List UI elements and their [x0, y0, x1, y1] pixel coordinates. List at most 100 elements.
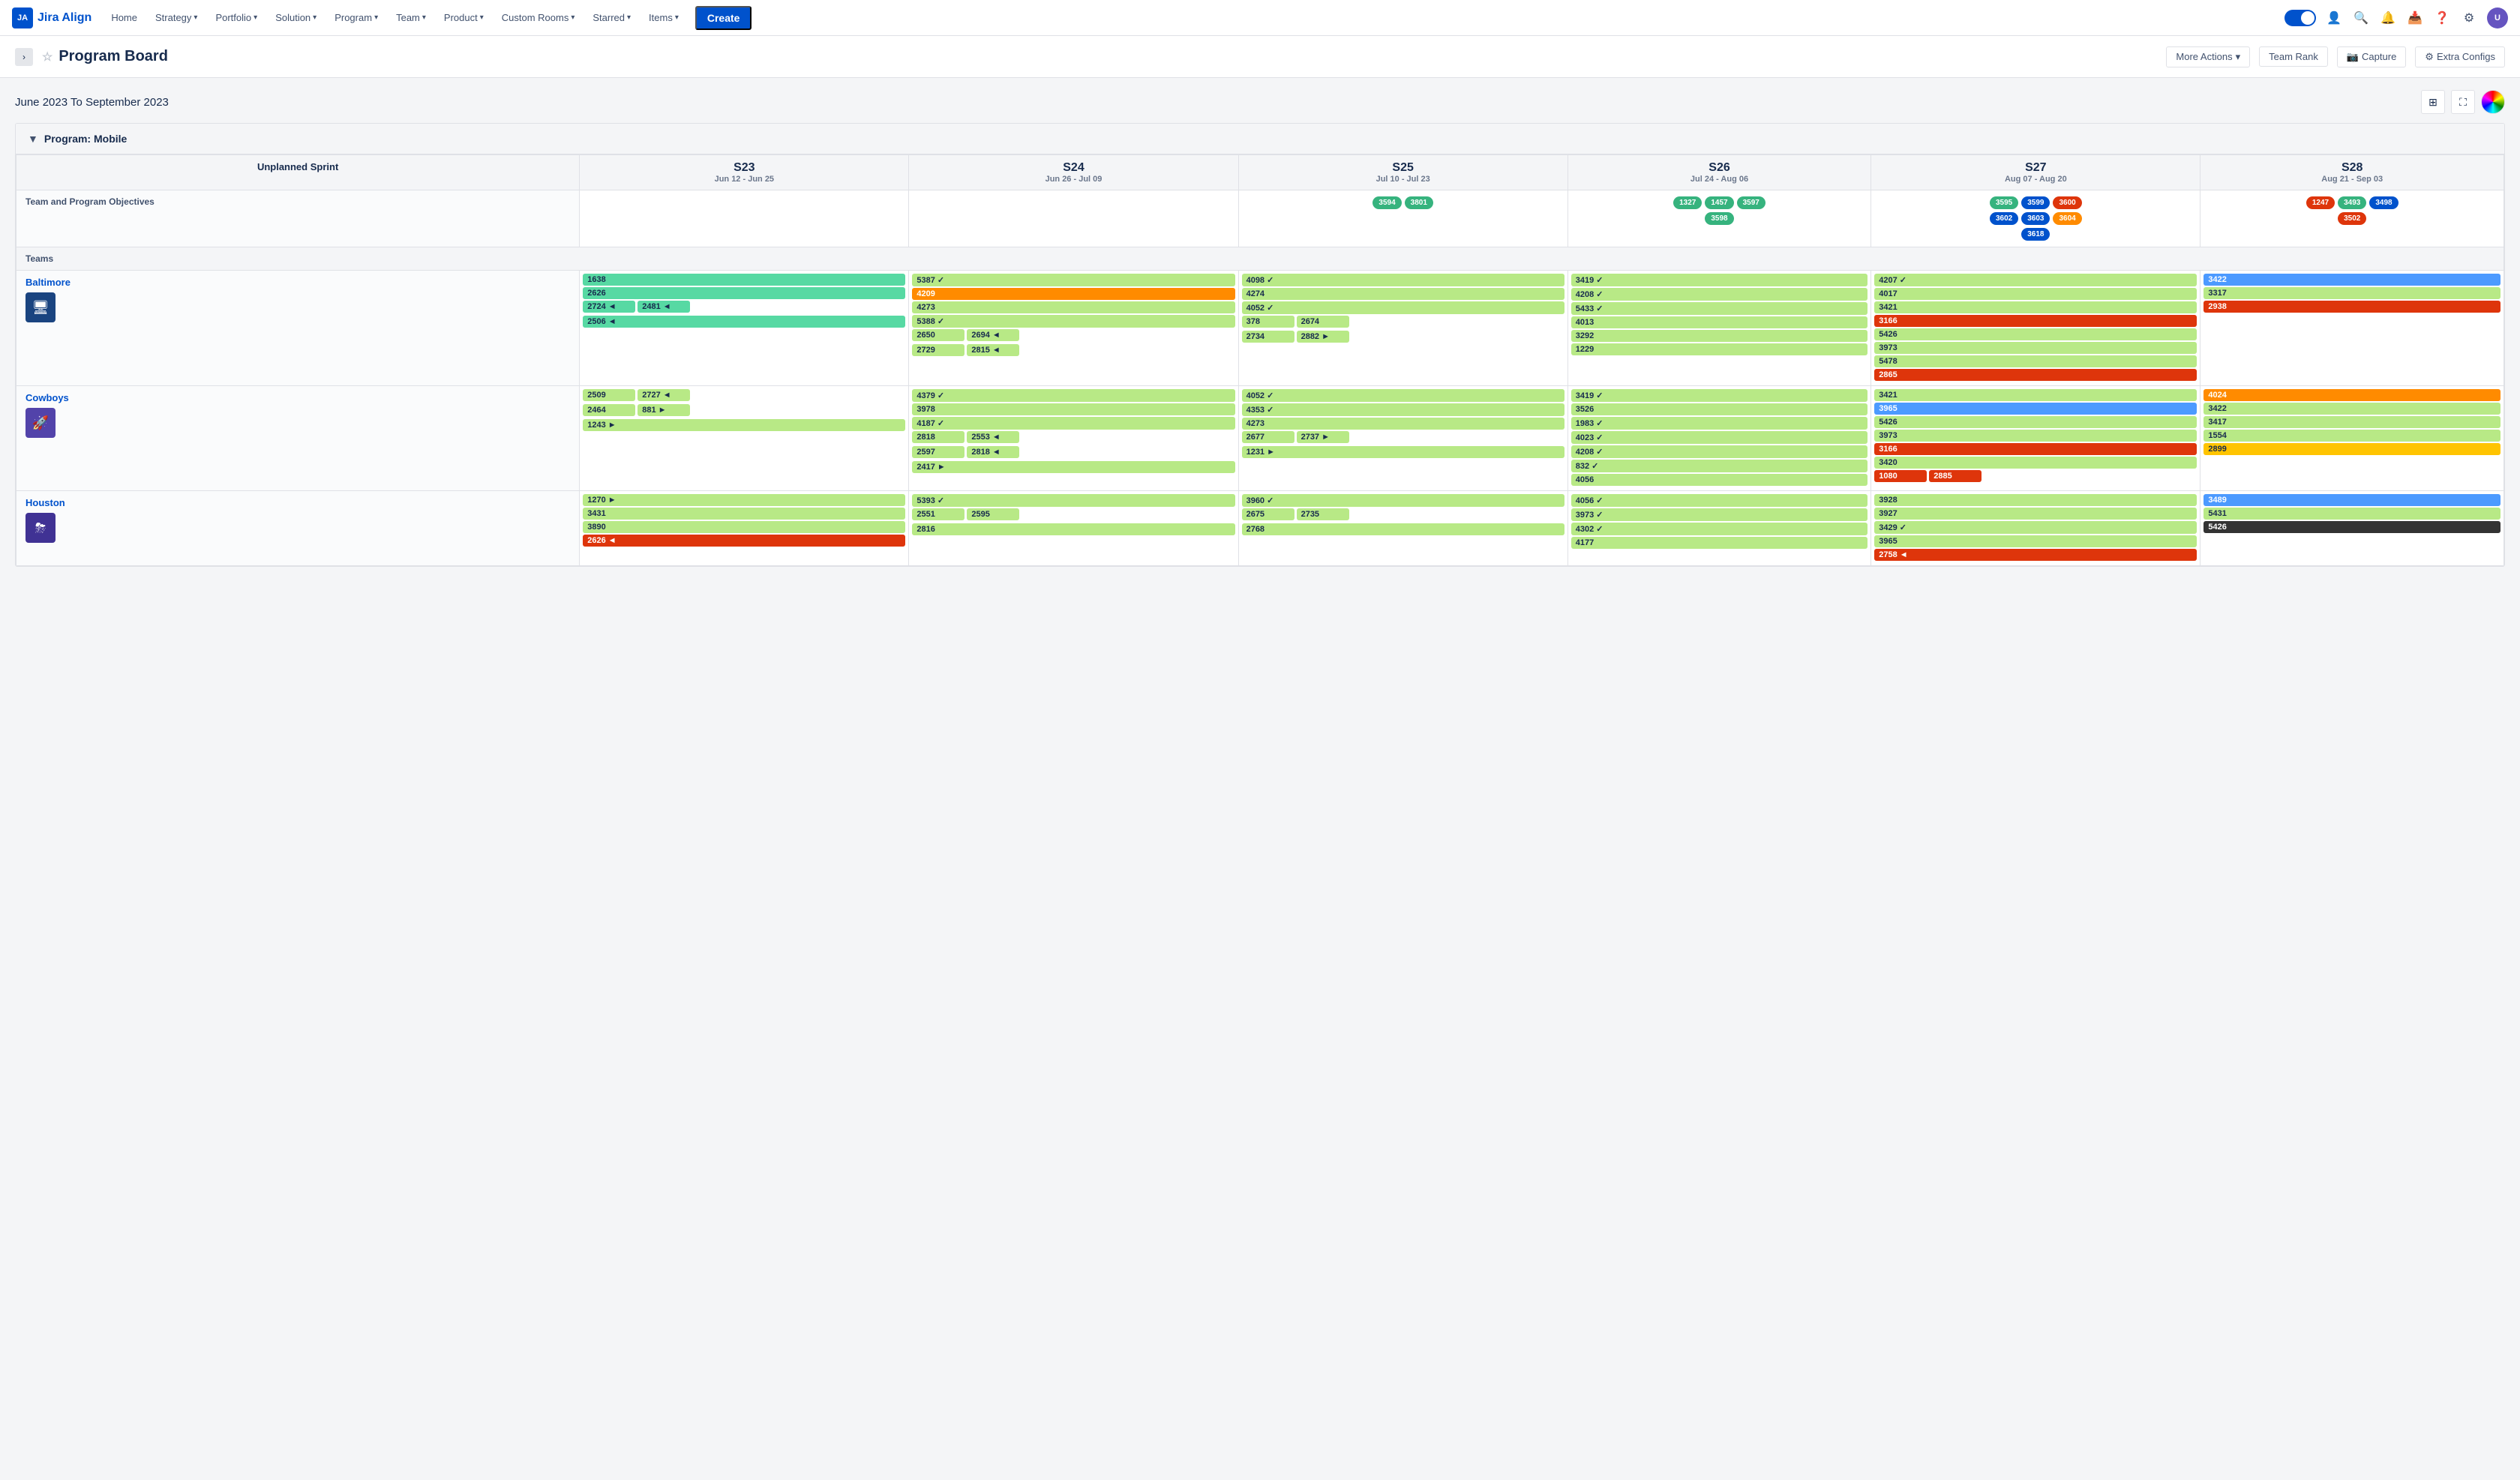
story-card[interactable]: 3421	[1874, 389, 2197, 401]
more-actions-button[interactable]: More Actions ▾	[2166, 46, 2250, 67]
nav-home[interactable]: Home	[104, 7, 145, 28]
story-card[interactable]: 4207 ✓	[1874, 274, 2197, 286]
story-card[interactable]: 4208 ✓	[1571, 288, 1868, 301]
story-card[interactable]: 4209	[912, 288, 1234, 300]
objective-badge[interactable]: 3602	[1990, 212, 2018, 225]
team-name-houston[interactable]: Houston	[26, 497, 570, 508]
story-card[interactable]: 3421	[1874, 301, 2197, 313]
objective-badge[interactable]: 3599	[2021, 196, 2050, 209]
settings-icon[interactable]: ⚙	[2460, 9, 2478, 27]
story-card[interactable]: 3965	[1874, 403, 2197, 415]
objective-badge[interactable]: 3604	[2053, 212, 2081, 225]
story-card[interactable]: 3973	[1874, 342, 2197, 354]
story-card[interactable]: 2938	[2204, 301, 2500, 313]
story-card[interactable]: 5426	[1874, 328, 2197, 340]
story-card[interactable]: 3489	[2204, 494, 2500, 506]
story-card[interactable]: 2818 ◄	[967, 446, 1019, 458]
story-card[interactable]: 2509	[583, 389, 635, 401]
theme-toggle[interactable]	[2284, 10, 2316, 26]
story-card[interactable]: 5431	[2204, 508, 2500, 520]
user-icon[interactable]: 👤	[2325, 9, 2343, 27]
story-card[interactable]: 2674	[1297, 316, 1349, 328]
story-card[interactable]: 2737 ►	[1297, 431, 1349, 443]
story-card[interactable]: 2882 ►	[1297, 331, 1349, 343]
story-card[interactable]: 4177	[1571, 537, 1868, 549]
notifications-icon[interactable]: 🔔	[2379, 9, 2397, 27]
story-card[interactable]: 3429 ✓	[1874, 521, 2197, 534]
story-card[interactable]: 4024	[2204, 389, 2500, 401]
story-card[interactable]: 3526	[1571, 403, 1868, 415]
story-card[interactable]: 2818	[912, 431, 964, 443]
story-card[interactable]: 4379 ✓	[912, 389, 1234, 402]
story-card[interactable]: 3422	[2204, 274, 2500, 286]
layout-icon-button[interactable]: ⊞	[2421, 90, 2445, 114]
story-card[interactable]: 3417	[2204, 416, 2500, 428]
objective-badge[interactable]: 3502	[2338, 212, 2366, 225]
story-card[interactable]: 4187 ✓	[912, 417, 1234, 430]
story-card[interactable]: 3166	[1874, 443, 2197, 455]
objective-badge[interactable]: 3595	[1990, 196, 2018, 209]
collapse-button[interactable]: ▼	[28, 133, 38, 145]
objective-badge[interactable]: 3493	[2338, 196, 2366, 209]
help-icon[interactable]: ❓	[2433, 9, 2451, 27]
story-card[interactable]: 4023 ✓	[1571, 431, 1868, 444]
nav-items[interactable]: Items ▾	[641, 7, 686, 28]
story-card[interactable]: 5426	[1874, 416, 2197, 428]
story-card[interactable]: 3166	[1874, 315, 2197, 327]
story-card[interactable]: 3928	[1874, 494, 2197, 506]
story-card[interactable]: 3927	[1874, 508, 2197, 520]
objective-badge[interactable]: 3600	[2053, 196, 2081, 209]
story-card[interactable]: 2734	[1242, 331, 1294, 343]
story-card[interactable]: 3317	[2204, 287, 2500, 299]
story-card[interactable]: 3965	[1874, 535, 2197, 547]
story-card[interactable]: 378	[1242, 316, 1294, 328]
story-card[interactable]: 2677	[1242, 431, 1294, 443]
story-card[interactable]: 2885	[1929, 470, 1982, 482]
team-name-baltimore[interactable]: Baltimore	[26, 277, 570, 288]
team-name-cowboys[interactable]: Cowboys	[26, 392, 570, 403]
nav-program[interactable]: Program ▾	[327, 7, 386, 28]
story-card[interactable]: 4056	[1571, 474, 1868, 486]
objective-badge[interactable]: 3598	[1705, 212, 1733, 225]
story-card[interactable]: 2595	[967, 508, 1019, 520]
story-card[interactable]: 2694 ◄	[967, 329, 1019, 341]
story-card[interactable]: 1229	[1571, 343, 1868, 355]
create-button[interactable]: Create	[695, 6, 752, 30]
objective-badge[interactable]: 3618	[2021, 228, 2050, 241]
objective-badge[interactable]: 1457	[1705, 196, 1733, 209]
story-card[interactable]: 3960 ✓	[1242, 494, 1564, 507]
story-card[interactable]: 2626 ◄	[583, 535, 905, 547]
story-card[interactable]: 3431	[583, 508, 905, 520]
story-card[interactable]: 2626	[583, 287, 905, 299]
story-card[interactable]: 4098 ✓	[1242, 274, 1564, 286]
story-card[interactable]: 2675	[1242, 508, 1294, 520]
story-card[interactable]: 5426	[2204, 521, 2500, 533]
story-card[interactable]: 2481 ◄	[638, 301, 690, 313]
story-card[interactable]: 4052 ✓	[1242, 301, 1564, 314]
story-card[interactable]: 2464	[583, 404, 635, 416]
story-card[interactable]: 5478	[1874, 355, 2197, 367]
story-card[interactable]: 5393 ✓	[912, 494, 1234, 507]
expand-icon-button[interactable]: ⛶	[2451, 90, 2475, 114]
story-card[interactable]: 3890	[583, 521, 905, 533]
objective-badge[interactable]: 3594	[1372, 196, 1401, 209]
story-card[interactable]: 4302 ✓	[1571, 523, 1868, 535]
story-card[interactable]: 2551	[912, 508, 964, 520]
story-card[interactable]: 4017	[1874, 288, 2197, 300]
star-icon[interactable]: ☆	[42, 49, 52, 64]
story-card[interactable]: 2727 ◄	[638, 389, 690, 401]
color-picker-button[interactable]	[2481, 90, 2505, 114]
story-card[interactable]: 2768	[1242, 523, 1564, 535]
story-card[interactable]: 832 ✓	[1571, 460, 1868, 472]
story-card[interactable]: 2729	[912, 344, 964, 356]
story-card[interactable]: 5433 ✓	[1571, 302, 1868, 315]
story-card[interactable]: 1243 ►	[583, 419, 905, 431]
nav-team[interactable]: Team ▾	[388, 7, 434, 28]
story-card[interactable]: 3420	[1874, 457, 2197, 469]
story-card[interactable]: 4056 ✓	[1571, 494, 1868, 507]
story-card[interactable]: 4353 ✓	[1242, 403, 1564, 416]
story-card[interactable]: 3419 ✓	[1571, 389, 1868, 402]
search-icon[interactable]: 🔍	[2352, 9, 2370, 27]
story-card[interactable]: 881 ►	[638, 404, 690, 416]
story-card[interactable]: 2724 ◄	[583, 301, 635, 313]
